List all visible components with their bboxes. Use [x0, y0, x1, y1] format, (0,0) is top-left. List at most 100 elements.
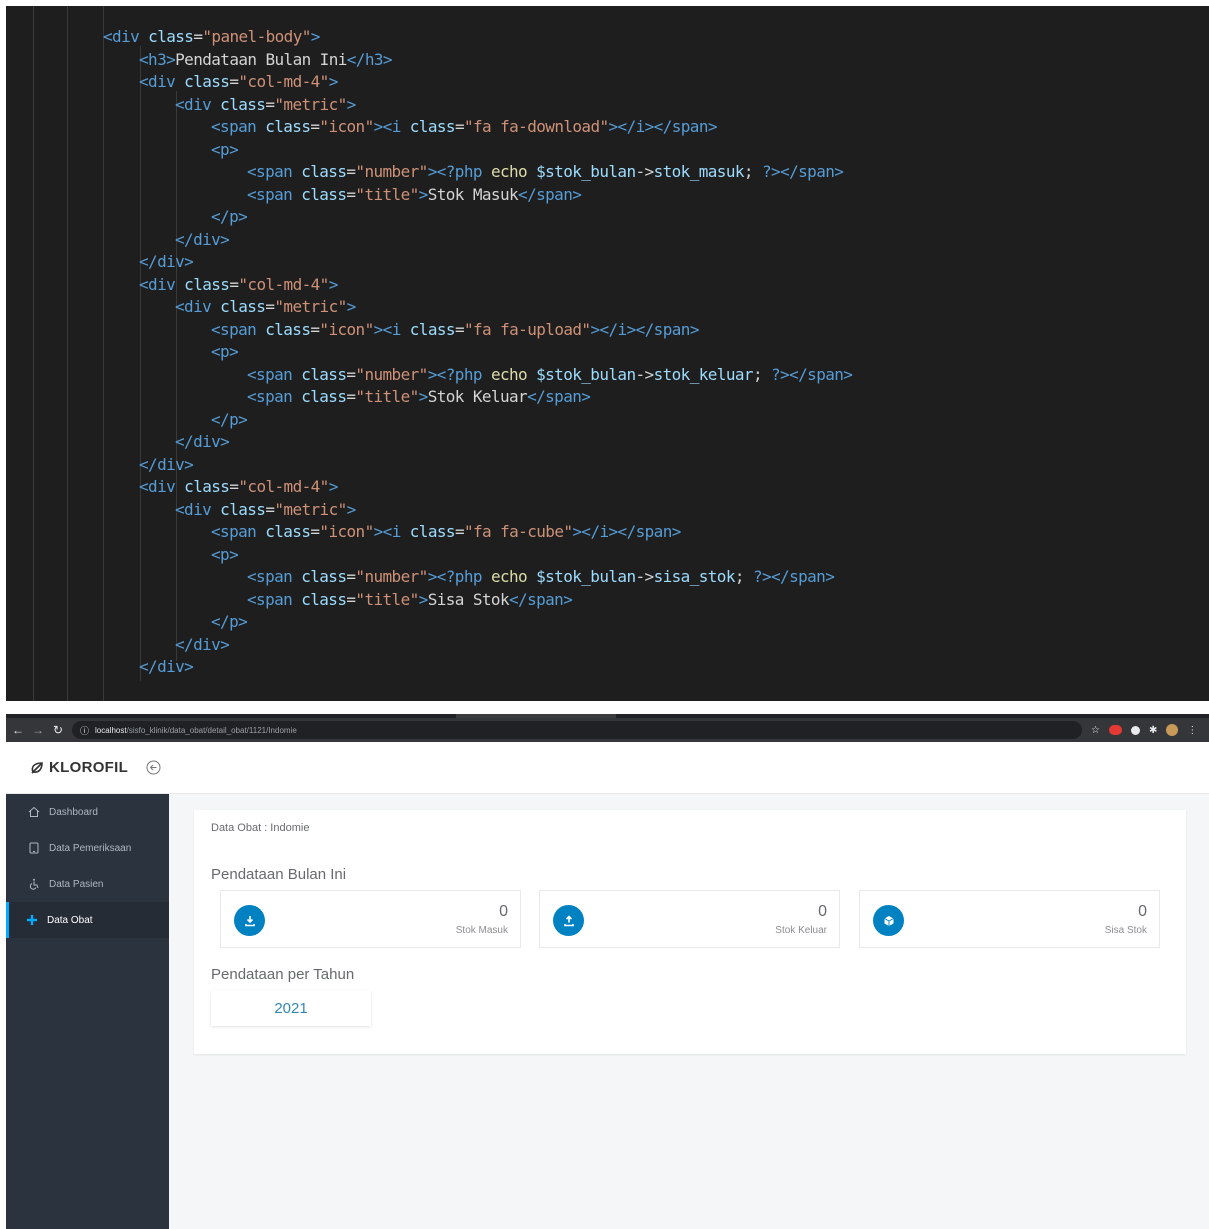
- code-token: class: [220, 499, 266, 519]
- code-token: <p>: [211, 544, 239, 564]
- code-token: class: [184, 274, 230, 294]
- code-token: <p>: [211, 139, 239, 159]
- year-section-title: Pendataan per Tahun: [211, 966, 355, 983]
- code-token: </div>: [139, 657, 194, 676]
- code-token: >: [310, 27, 321, 46]
- site-info-icon[interactable]: ⓘ: [80, 724, 89, 737]
- main-panel: Data Obat : Indomie Pendataan Bulan Ini …: [194, 810, 1186, 1054]
- indent-guide: [67, 6, 68, 701]
- code-token: <div: [139, 477, 185, 496]
- code-token: "panel-body": [202, 27, 311, 46]
- menu-kebab-icon[interactable]: ⋮: [1187, 725, 1197, 736]
- code-token: </span>: [527, 387, 591, 406]
- year-link[interactable]: 2021: [211, 990, 371, 1026]
- code-token: <span: [211, 522, 266, 541]
- code-token: >: [427, 567, 438, 586]
- code-token: class: [409, 319, 456, 339]
- sidebar-item-label: Dashboard: [49, 806, 98, 818]
- code-token: ;: [734, 567, 753, 586]
- code-token: ></i></span>: [572, 522, 681, 541]
- code-token: </span>: [509, 589, 573, 609]
- code-token: >: [328, 72, 339, 91]
- bookmark-star-icon[interactable]: ☆: [1091, 725, 1100, 736]
- brand-logo[interactable]: KLOROFIL: [30, 759, 128, 776]
- code-token: class: [220, 94, 266, 114]
- code-editor[interactable]: <div class="panel-body"> <h3>Pendataan Bu…: [6, 6, 1209, 701]
- code-token: </span>: [518, 184, 582, 204]
- code-token: "number": [355, 364, 428, 384]
- metric-title: Stok Keluar: [775, 925, 827, 936]
- code-token: "title": [355, 184, 419, 204]
- code-token: Pendataan Bulan Ini: [175, 49, 347, 69]
- code-line: <div class="col-md-4">: [139, 476, 338, 499]
- extension-icon[interactable]: [1130, 725, 1140, 735]
- brand-name: KLOROFIL: [49, 759, 129, 776]
- code-line: <div class="col-md-4">: [139, 71, 338, 94]
- code-token: $stok_bulan: [536, 567, 636, 586]
- sidebar-item-data-pasien[interactable]: Data Pasien: [6, 866, 169, 902]
- code-token: class: [148, 27, 194, 46]
- code-token: >: [346, 94, 357, 114]
- puzzle-extension-icon[interactable]: ✱: [1149, 725, 1157, 736]
- forward-icon[interactable]: →: [30, 723, 46, 737]
- code-line: <span class="number"><?php echo $stok_bu…: [247, 364, 853, 387]
- code-token: </p>: [211, 409, 248, 429]
- code-token: </span>: [789, 364, 853, 384]
- code-token: </h3>: [346, 49, 393, 69]
- code-token: ->: [635, 364, 654, 384]
- code-token: >: [346, 297, 357, 316]
- code-token: "icon": [319, 117, 374, 136]
- metric-number: 0: [818, 903, 827, 920]
- code-token: class: [301, 387, 347, 406]
- metric-title: Stok Masuk: [455, 925, 508, 936]
- arrow-circle-left-icon: [146, 760, 161, 775]
- code-token: <span: [247, 589, 302, 609]
- panel-heading: Data Obat : Indomie: [211, 822, 310, 834]
- code-token: "fa fa-upload": [463, 319, 591, 339]
- code-token: </div>: [139, 454, 194, 474]
- code-token: "number": [355, 162, 428, 181]
- code-token: </span>: [771, 567, 835, 586]
- code-token: "metric": [274, 94, 347, 114]
- back-icon[interactable]: ←: [10, 723, 26, 737]
- code-token: class: [184, 477, 230, 496]
- metric-stok-keluar: 0 Stok Keluar: [539, 890, 840, 948]
- code-token: class: [220, 297, 266, 316]
- code-token: </div>: [175, 229, 230, 249]
- code-line: </p>: [211, 611, 248, 634]
- code-line: </div>: [139, 656, 194, 679]
- reload-icon[interactable]: ↻: [50, 723, 66, 737]
- indent-guide: [33, 6, 34, 701]
- code-token: ?>: [752, 567, 772, 586]
- sidebar-item-label: Data Obat: [47, 914, 93, 926]
- sidebar-item-dashboard[interactable]: Dashboard: [6, 794, 169, 830]
- leaf-icon: [31, 761, 43, 774]
- sidebar-toggle-button[interactable]: [146, 760, 161, 780]
- sidebar-item-data-pemeriksaan[interactable]: Data Pemeriksaan: [6, 830, 169, 866]
- code-token: stok_keluar: [653, 364, 754, 384]
- adblock-extension-icon[interactable]: [1108, 725, 1122, 735]
- code-token: <div: [175, 297, 221, 316]
- code-line: <span class="icon"><i class="fa fa-uploa…: [211, 319, 699, 342]
- cube-icon: [873, 905, 904, 936]
- sidebar: Dashboard Data Pemeriksaan Data Pasien D…: [6, 794, 169, 1229]
- code-token: stok_masuk: [653, 162, 745, 181]
- code-token: </div>: [175, 432, 230, 451]
- app-header: KLOROFIL: [6, 742, 1209, 794]
- code-token: ;: [743, 162, 762, 181]
- code-token: class: [265, 522, 311, 541]
- tablet-icon: [27, 841, 41, 855]
- code-token: "fa fa-download": [463, 117, 609, 136]
- address-bar[interactable]: ⓘ localhost /sisfo_klinik/data_obat/deta…: [72, 721, 1082, 739]
- code-line: </div>: [175, 431, 230, 454]
- code-token: >: [418, 387, 429, 406]
- code-line: </div>: [139, 454, 194, 477]
- profile-avatar[interactable]: [1166, 724, 1179, 736]
- code-token: $stok_bulan: [536, 364, 636, 384]
- code-token: </p>: [211, 207, 248, 226]
- code-token: echo: [490, 364, 537, 384]
- code-line: <span class="title">Sisa Stok</span>: [247, 589, 573, 612]
- code-token: <h3>: [139, 49, 176, 69]
- code-token: Sisa Stok: [427, 589, 510, 609]
- sidebar-item-data-obat[interactable]: Data Obat: [6, 902, 169, 938]
